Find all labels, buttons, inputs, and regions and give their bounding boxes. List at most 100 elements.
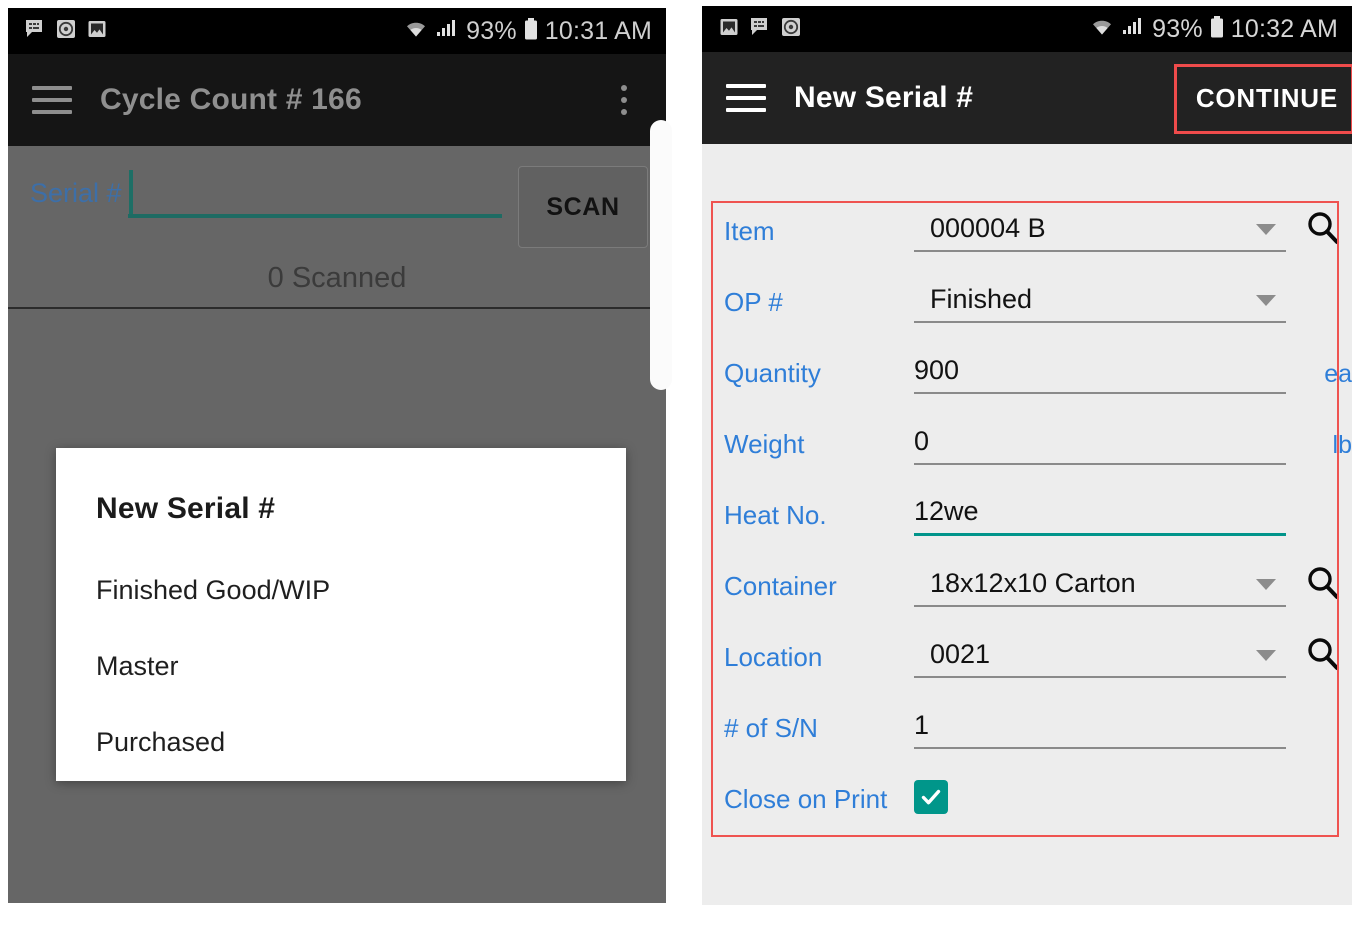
dialog-option-finished-good-wip[interactable]: Finished Good/WIP	[56, 552, 626, 628]
form-row-of-s-n: # of S/N 1	[702, 703, 1352, 774]
dialog-option-master[interactable]: Master	[56, 628, 626, 704]
continue-button-wrap: CONTINUE	[1173, 52, 1352, 144]
left-status-icons	[24, 18, 108, 45]
message-bubble-icon	[749, 16, 771, 43]
right-clock: 10:32 AM	[1230, 14, 1338, 43]
serial-number-input-line[interactable]	[127, 164, 502, 218]
field-input[interactable]: Finished	[914, 277, 1286, 323]
left-clock: 10:31 AM	[544, 16, 652, 45]
field-label: # of S/N	[724, 713, 818, 743]
field-value: 900	[914, 354, 960, 385]
chevron-down-icon[interactable]	[1256, 295, 1276, 306]
overflow-menu-icon[interactable]	[604, 85, 644, 115]
field-label: Close on Print	[724, 784, 888, 814]
field-label: Location	[724, 642, 823, 672]
field-input[interactable]: 12we	[914, 490, 1286, 536]
field-value: 0021	[930, 638, 991, 669]
field-input[interactable]: 900	[914, 348, 1286, 394]
form-row-weight: Weight 0 lb	[702, 419, 1352, 490]
right-app-bar: New Serial # CONTINUE	[702, 52, 1352, 144]
field-control[interactable]: 900	[914, 348, 1286, 394]
field-value: 18x12x10 Carton	[930, 567, 1136, 598]
right-status-bar: 93% 10:32 AM	[702, 6, 1352, 52]
dialog-title: New Serial #	[96, 492, 276, 525]
serial-scan-area: Serial # SCAN 0 Scanned	[8, 146, 666, 309]
right-phone-screen: 93% 10:32 AM New Serial # CONTINUE Item 0…	[702, 6, 1352, 905]
left-page-title: Cycle Count # 166	[100, 83, 362, 116]
field-label: Item	[724, 216, 775, 246]
field-label: Weight	[724, 429, 805, 459]
divider	[8, 307, 666, 309]
field-value: 0	[914, 425, 930, 456]
field-input[interactable]: 000004 B	[914, 206, 1286, 252]
serial-scan-row: Serial # SCAN	[8, 146, 666, 248]
field-control[interactable]: 12we	[914, 490, 1286, 536]
field-control[interactable]: 0021	[914, 632, 1286, 678]
field-input[interactable]: 0	[914, 419, 1286, 465]
form-row-close-on-print: Close on Print	[702, 774, 1352, 838]
field-unit: ea	[1324, 360, 1352, 388]
wifi-icon	[404, 18, 428, 45]
field-input[interactable]: 1	[914, 703, 1286, 749]
hamburger-menu-icon[interactable]	[726, 84, 766, 112]
field-label: Quantity	[724, 358, 821, 388]
device-bezel-edge	[650, 120, 672, 390]
close-on-print-checkbox[interactable]	[914, 780, 948, 814]
new-serial-form: Item 000004 B OP # Finished Quantity 900 ea Wei…	[702, 144, 1352, 838]
chevron-down-icon[interactable]	[1256, 579, 1276, 590]
field-unit: lb	[1332, 431, 1352, 459]
left-status-bar: 93% 10:31 AM	[8, 8, 666, 54]
dialog-option-purchased[interactable]: Purchased	[56, 704, 626, 780]
search-icon[interactable]	[1294, 632, 1352, 674]
screenshot-stage: 93% 10:31 AM Cycle Count # 166 Serial #	[0, 0, 1370, 932]
left-app-bar: Cycle Count # 166	[8, 54, 666, 146]
form-row-container: Container 18x12x10 Carton	[702, 561, 1352, 632]
field-value: 1	[914, 709, 930, 740]
battery-icon	[523, 17, 539, 46]
photo-icon	[718, 16, 740, 43]
left-phone-screen: 93% 10:31 AM Cycle Count # 166 Serial #	[8, 8, 666, 903]
chevron-down-icon[interactable]	[1256, 224, 1276, 235]
field-control[interactable]: 000004 B	[914, 206, 1286, 252]
form-row-item: Item 000004 B	[702, 206, 1352, 277]
dialog-options-list: Finished Good/WIP Master Purchased	[56, 552, 626, 780]
field-control[interactable]: 1	[914, 703, 1286, 749]
field-control[interactable]: 0	[914, 419, 1286, 465]
field-control[interactable]: 18x12x10 Carton	[914, 561, 1286, 607]
hamburger-menu-icon[interactable]	[32, 86, 72, 114]
cell-signal-icon	[434, 18, 460, 45]
text-caret	[128, 170, 133, 214]
field-label: Container	[724, 571, 837, 601]
field-input[interactable]: 18x12x10 Carton	[914, 561, 1286, 607]
field-label: OP #	[724, 287, 783, 317]
serial-number-input[interactable]	[127, 164, 502, 218]
new-serial-form-wrap: Item 000004 B OP # Finished Quantity 900 ea Wei…	[702, 144, 1352, 905]
chevron-down-icon[interactable]	[1256, 650, 1276, 661]
right-status-icons	[718, 16, 802, 43]
field-value: Finished	[930, 283, 1033, 314]
field-value: 000004 B	[930, 212, 1046, 243]
field-label: Heat No.	[724, 500, 827, 530]
at-circle-icon	[780, 16, 802, 43]
form-row-quantity: Quantity 900 ea	[702, 348, 1352, 419]
scan-button[interactable]: SCAN	[518, 166, 648, 248]
search-icon[interactable]	[1294, 206, 1352, 248]
form-row-heat-no: Heat No. 12we	[702, 490, 1352, 561]
new-serial-dialog: New Serial # Finished Good/WIP Master Pu…	[56, 448, 626, 781]
scanned-count-text: 0 Scanned	[267, 262, 407, 294]
right-status-indicators: 93% 10:32 AM	[1090, 15, 1338, 44]
field-input[interactable]: 0021	[914, 632, 1286, 678]
search-icon[interactable]	[1294, 561, 1352, 603]
left-battery-percent: 93%	[466, 16, 517, 45]
photo-icon	[86, 18, 108, 45]
form-row-op: OP # Finished	[702, 277, 1352, 348]
field-value: 12we	[914, 496, 979, 526]
field-control[interactable]: Finished	[914, 277, 1286, 323]
left-status-indicators: 93% 10:31 AM	[404, 17, 652, 46]
at-circle-icon	[55, 18, 77, 45]
right-page-title: New Serial #	[794, 81, 974, 114]
form-row-location: Location 0021	[702, 632, 1352, 703]
continue-button[interactable]: CONTINUE	[1178, 69, 1352, 128]
message-bubble-icon	[24, 18, 46, 45]
right-battery-percent: 93%	[1152, 14, 1203, 43]
